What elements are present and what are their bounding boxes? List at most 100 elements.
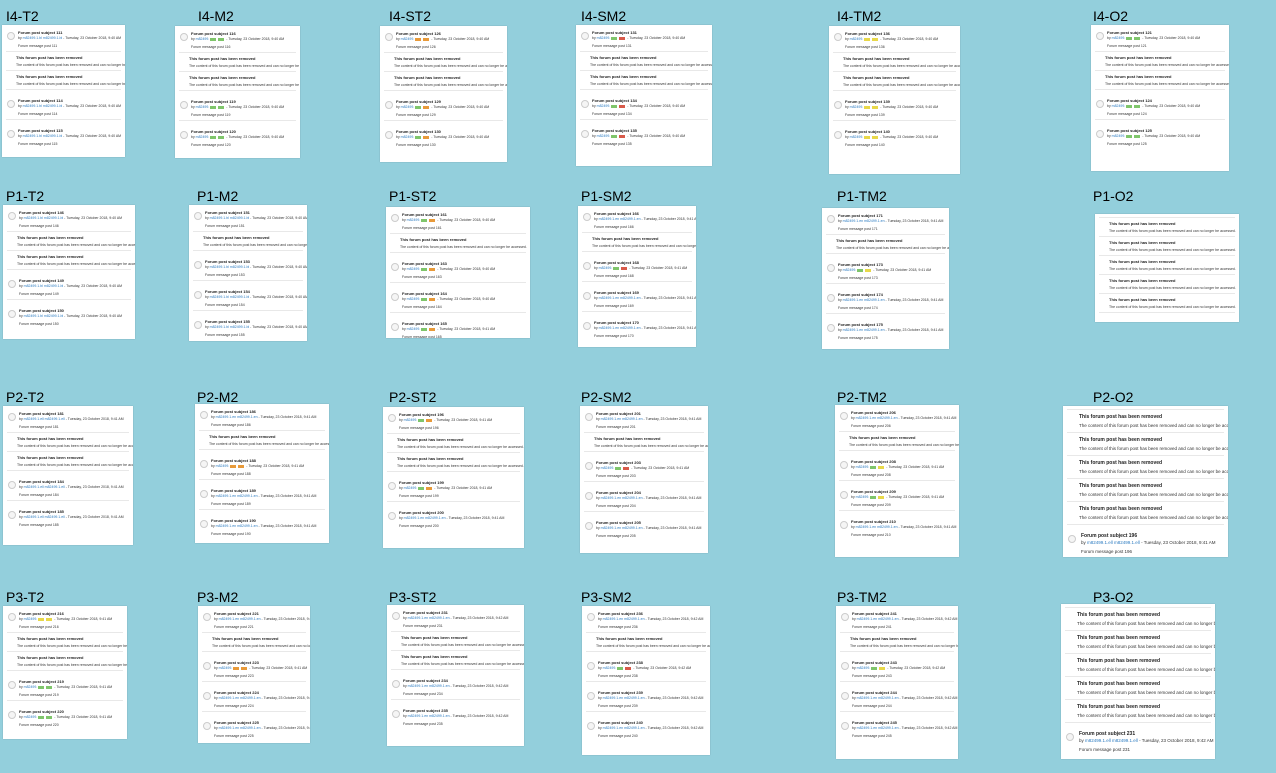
avatar-icon[interactable] — [581, 130, 589, 138]
avatar-icon[interactable] — [391, 263, 399, 271]
post-author-link[interactable]: m82499. — [24, 715, 38, 719]
avatar-icon[interactable] — [840, 461, 848, 469]
avatar-icon[interactable] — [585, 492, 593, 500]
avatar-icon[interactable] — [203, 692, 211, 700]
post-author-link[interactable]: m82499. — [24, 685, 38, 689]
avatar-icon[interactable] — [388, 414, 396, 422]
post-author-link[interactable]: m82499.1.en m82499.1.en — [843, 219, 885, 223]
avatar-icon[interactable] — [841, 722, 849, 730]
post-author-link[interactable]: m82499. — [597, 104, 611, 108]
post-author-link[interactable]: m82499.1.en m82499.1.en — [843, 328, 885, 332]
avatar-icon[interactable] — [834, 131, 842, 139]
avatar-icon[interactable] — [827, 264, 835, 272]
post-author-link[interactable]: m82499. — [404, 486, 418, 490]
avatar-icon[interactable] — [827, 215, 835, 223]
avatar-icon[interactable] — [194, 261, 202, 269]
avatar-icon[interactable] — [194, 291, 202, 299]
avatar-icon[interactable] — [180, 33, 188, 41]
post-author-link[interactable]: m82499.1.en m82499.1.en — [216, 494, 258, 498]
avatar-icon[interactable] — [1096, 100, 1104, 108]
avatar-icon[interactable] — [581, 32, 589, 40]
post-author-link[interactable]: m82499.1.en m82499.1.en — [601, 496, 643, 500]
avatar-icon[interactable] — [583, 292, 591, 300]
post-author-link[interactable]: m82499. — [404, 418, 418, 422]
post-author-link[interactable]: m82499. — [850, 37, 864, 41]
post-author-link[interactable]: m82499.1.bl m82499.1.bl — [210, 265, 250, 269]
avatar-icon[interactable] — [200, 520, 208, 528]
post-subject[interactable]: Forum post subject 180 — [1101, 321, 1233, 322]
post-author-link[interactable]: m82499. — [1112, 104, 1126, 108]
avatar-icon[interactable] — [585, 413, 593, 421]
avatar-icon[interactable] — [587, 662, 595, 670]
post-author-link[interactable]: m82499.1.en m82499.1.en — [216, 524, 258, 528]
avatar-icon[interactable] — [834, 101, 842, 109]
avatar-icon[interactable] — [581, 100, 589, 108]
avatar-icon[interactable] — [200, 490, 208, 498]
post-subject[interactable]: Forum post subject 196 — [1069, 533, 1222, 540]
post-author-link[interactable]: m82499.1.ell m82499.1.ell — [24, 515, 65, 519]
post-author-link[interactable]: m82499.1.bl m82499.1.bl — [23, 134, 63, 138]
post-subject[interactable]: Forum post subject 231 — [1067, 731, 1209, 738]
avatar-icon[interactable] — [203, 613, 211, 621]
post-author-link[interactable]: m82499. — [196, 135, 210, 139]
post-author-link[interactable]: m82499.1.en m82499.1.en — [408, 684, 450, 688]
avatar-icon[interactable] — [834, 33, 842, 41]
post-author-link[interactable]: m82499. — [597, 36, 611, 40]
post-author-link[interactable]: m82499.1.bl m82499.1.bl — [24, 284, 64, 288]
post-author-link[interactable]: m82499. — [599, 266, 613, 270]
post-author-link[interactable]: m82499. — [219, 666, 233, 670]
avatar-icon[interactable] — [8, 413, 16, 421]
avatar-icon[interactable] — [841, 662, 849, 670]
avatar-icon[interactable] — [391, 214, 399, 222]
avatar-icon[interactable] — [8, 280, 16, 288]
post-author-link[interactable]: m82499.1.bl m82499.1.bl — [24, 216, 64, 220]
post-author-link[interactable]: m82499.1.bl m82499.1.bl — [23, 36, 63, 40]
avatar-icon[interactable] — [8, 481, 16, 489]
post-author-link[interactable]: m82499.1.ell m82499.1.ell — [24, 417, 65, 421]
post-author-link[interactable]: m82499.1.en m82499.1.en — [857, 726, 899, 730]
avatar-icon[interactable] — [587, 613, 595, 621]
post-author-link[interactable]: m82499. — [857, 666, 871, 670]
avatar-icon[interactable] — [841, 692, 849, 700]
post-author-link[interactable]: m82499. — [603, 666, 617, 670]
post-author-link[interactable]: m82499.1.en m82499.1.en — [601, 526, 643, 530]
post-author-link[interactable]: m82499.1.en m82499.1.en — [856, 416, 898, 420]
post-author-link[interactable]: m82499.1.bl m82499.1.bl — [24, 314, 64, 318]
avatar-icon[interactable] — [583, 262, 591, 270]
post-author-link[interactable]: m82499.1.en m82499.1.en — [404, 516, 446, 520]
avatar-icon[interactable] — [194, 212, 202, 220]
post-author-link[interactable]: m82499.1.bl m82499.1.bl — [210, 325, 250, 329]
avatar-icon[interactable] — [392, 612, 400, 620]
avatar-icon[interactable] — [7, 100, 15, 108]
avatar-icon[interactable] — [1068, 535, 1076, 543]
post-author-link[interactable]: m82499. — [196, 105, 210, 109]
post-author-link[interactable]: m82499. — [843, 268, 857, 272]
avatar-icon[interactable] — [180, 101, 188, 109]
avatar-icon[interactable] — [392, 710, 400, 718]
post-author-link[interactable]: m82499.1.en m82499.1.en — [601, 417, 643, 421]
post-author-link[interactable]: m82499. — [856, 465, 870, 469]
avatar-icon[interactable] — [7, 130, 15, 138]
post-author-link[interactable]: m82499. — [401, 37, 415, 41]
post-author-link[interactable]: m82499. — [407, 218, 421, 222]
post-author-link[interactable]: m82499.1.ell m82499.1.ell — [1085, 738, 1138, 743]
avatar-icon[interactable] — [840, 412, 848, 420]
post-author-link[interactable]: m82499. — [407, 267, 421, 271]
avatar-icon[interactable] — [8, 511, 16, 519]
post-author-link[interactable]: m82499.1.en m82499.1.en — [408, 714, 450, 718]
post-author-link[interactable]: m82499. — [597, 134, 611, 138]
avatar-icon[interactable] — [840, 521, 848, 529]
post-author-link[interactable]: m82499.1.en m82499.1.en — [603, 696, 645, 700]
post-author-link[interactable]: m82499.1.en m82499.1.en — [856, 525, 898, 529]
avatar-icon[interactable] — [587, 692, 595, 700]
post-author-link[interactable]: m82499. — [216, 464, 230, 468]
avatar-icon[interactable] — [583, 322, 591, 330]
post-author-link[interactable]: m82499.1.en m82499.1.en — [603, 726, 645, 730]
post-author-link[interactable]: m82499. — [1112, 134, 1126, 138]
post-author-link[interactable]: m82499. — [196, 37, 210, 41]
avatar-icon[interactable] — [203, 662, 211, 670]
post-author-link[interactable]: m82499.1.en m82499.1.en — [216, 415, 258, 419]
avatar-icon[interactable] — [391, 293, 399, 301]
post-author-link[interactable]: m82499.1.en m82499.1.en — [843, 298, 885, 302]
post-author-link[interactable]: m82499. — [407, 297, 421, 301]
